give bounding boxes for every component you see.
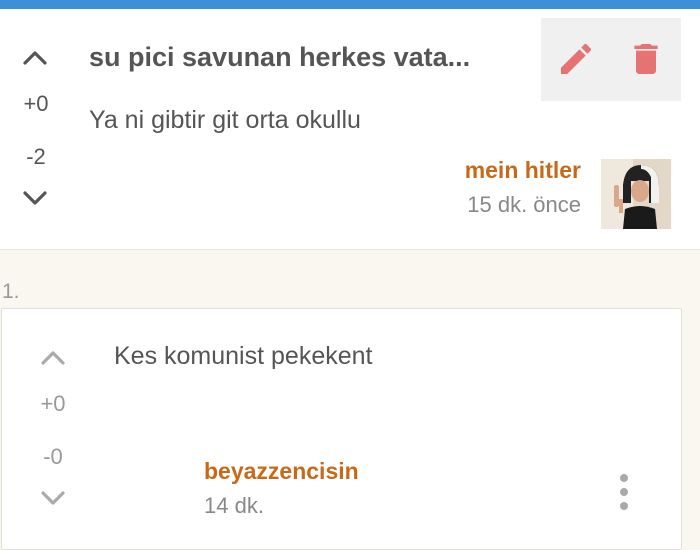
kebab-menu-icon[interactable]: [614, 474, 634, 516]
reply-time: 14 dk.: [204, 493, 264, 518]
reply-index: 1.: [2, 280, 20, 303]
post-card: +0 -2 su pici savunan herkes vata... Ya …: [0, 9, 700, 250]
reply-downvote-count: -0: [43, 444, 63, 469]
pencil-icon: [561, 43, 592, 74]
post-actions: [541, 18, 681, 101]
upvote-chevron-up-icon[interactable]: [22, 45, 48, 71]
edit-button[interactable]: [553, 36, 599, 82]
downvote-chevron-down-icon[interactable]: [22, 185, 48, 211]
post-title[interactable]: su pici savunan herkes vata...: [89, 42, 470, 73]
delete-button[interactable]: [623, 36, 669, 82]
reply-card: +0 -0 Kes komunist pekekent beyazzencisi…: [1, 308, 682, 550]
avatar[interactable]: [601, 159, 671, 229]
reply-upvote-chevron-up-icon[interactable]: [40, 345, 66, 371]
downvote-count: -2: [26, 144, 46, 169]
author-name[interactable]: mein hitler: [465, 157, 581, 184]
trash-icon: [634, 44, 658, 74]
post-time: 15 dk. önce: [467, 192, 581, 217]
reply-upvote-count: +0: [40, 391, 66, 416]
post-body: Ya ni gibtir git orta okullu: [89, 106, 361, 134]
top-bar: [0, 0, 700, 9]
reply-body: Kes komunist pekekent: [114, 342, 373, 370]
reply-downvote-chevron-down-icon[interactable]: [40, 485, 66, 511]
upvote-count: +0: [23, 91, 49, 116]
reply-author-name[interactable]: beyazzencisin: [204, 458, 359, 485]
